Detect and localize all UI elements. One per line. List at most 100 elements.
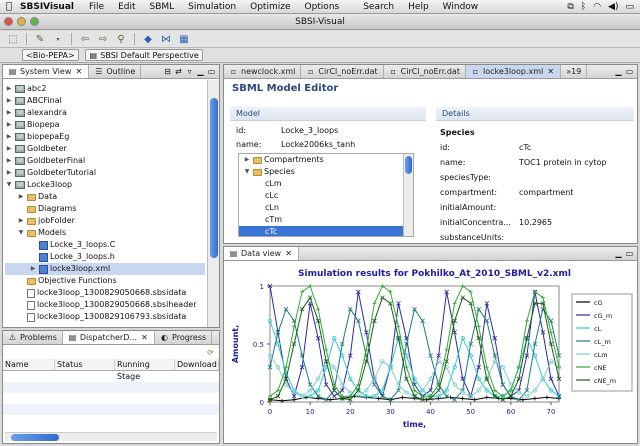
model-tree-item[interactable]: cLm bbox=[239, 178, 403, 190]
expand-arrow-icon[interactable]: ▶ bbox=[5, 143, 13, 155]
bowtie-icon[interactable]: ⋈ bbox=[159, 33, 173, 46]
minimize-window-icon[interactable] bbox=[17, 17, 26, 26]
minimize-view-icon[interactable]: ▁ bbox=[196, 67, 205, 76]
model-name-value[interactable]: Locke2006ks_tanh bbox=[281, 139, 355, 151]
tree-item[interactable]: ▶ SB GoldbeterTutorial bbox=[5, 167, 205, 179]
menu-edit[interactable]: Edit bbox=[111, 2, 142, 12]
expand-arrow-icon[interactable]: ▶ bbox=[5, 95, 13, 107]
refresh-icon[interactable]: ⟳ bbox=[206, 348, 215, 357]
maximize-editor-icon[interactable]: ▭ bbox=[625, 67, 634, 76]
model-tree-item[interactable]: cTm bbox=[239, 214, 403, 226]
tree-item[interactable]: locke3loop_1300829106793.sbsiheader bbox=[5, 323, 205, 325]
tree-scrollbar[interactable] bbox=[207, 80, 219, 327]
open-file-icon[interactable]: ⬚ bbox=[6, 33, 20, 46]
tab-outline[interactable]: ☰ Outline bbox=[89, 65, 142, 78]
menu-options[interactable]: Options bbox=[297, 2, 346, 12]
apple-icon[interactable]:  bbox=[0, 1, 18, 12]
tree-item[interactable]: ▶ SB Goldbeter bbox=[5, 143, 205, 155]
app-menu[interactable]: SBSIVisual bbox=[18, 2, 82, 12]
menu-window[interactable]: Window bbox=[436, 2, 486, 12]
chart-icon[interactable]: ▦ bbox=[177, 33, 191, 46]
editor-tab-circl-2[interactable]: ▫ CirCl_noErr.dat bbox=[384, 65, 466, 78]
tree-item[interactable]: ▶ Data bbox=[5, 191, 205, 203]
forward-icon[interactable]: ⇨ bbox=[96, 33, 110, 46]
zoom-window-icon[interactable] bbox=[30, 17, 39, 26]
model-tree-scrollbar[interactable] bbox=[403, 154, 413, 236]
col-name[interactable]: Name bbox=[3, 359, 55, 370]
close-tab-icon[interactable]: ✕ bbox=[284, 249, 293, 258]
wifi-icon[interactable]: ◠ bbox=[593, 2, 601, 12]
menu-search[interactable]: Search bbox=[356, 2, 401, 12]
col-running-stage[interactable]: Running Stage bbox=[115, 359, 175, 381]
volume-icon[interactable]: ◀) bbox=[608, 2, 618, 12]
tree-item[interactable]: ▶ SB ABCFinal bbox=[5, 95, 205, 107]
tree-item[interactable]: Locke_3_loops.C bbox=[5, 239, 205, 251]
expand-arrow-icon[interactable]: ▶ bbox=[5, 107, 13, 119]
dropdown-arrow-icon[interactable]: ▾ bbox=[51, 33, 65, 46]
details-value[interactable]: TOC1 protein in cytop bbox=[519, 157, 606, 169]
minimize-editor-icon[interactable]: ▁ bbox=[614, 67, 623, 76]
model-id-value[interactable]: Locke_3_loops bbox=[281, 125, 338, 137]
model-tree-item[interactable]: ▼ Species bbox=[239, 166, 403, 178]
expand-arrow-icon[interactable]: ▶ bbox=[5, 119, 13, 131]
expand-arrow-icon[interactable]: ▶ bbox=[29, 263, 37, 275]
close-tab-icon[interactable]: ✕ bbox=[546, 67, 555, 76]
maximize-view-icon[interactable]: ▭ bbox=[207, 67, 216, 76]
minimize-view-icon[interactable]: ▁ bbox=[614, 249, 623, 258]
view-menu-icon[interactable]: ▿ bbox=[185, 67, 194, 76]
tree-item[interactable]: Locke_3_loops.h bbox=[5, 251, 205, 263]
tree-item[interactable]: Objective Functions bbox=[5, 275, 205, 287]
close-tab-icon[interactable]: ✕ bbox=[74, 67, 83, 76]
close-tab-icon[interactable]: ✕ bbox=[140, 333, 149, 342]
tab-progress[interactable]: ◐ Progress bbox=[155, 331, 213, 344]
expand-arrow-icon[interactable]: ▶ bbox=[5, 155, 13, 167]
details-value[interactable]: 10.2965 bbox=[519, 217, 552, 229]
model-tree-scroll-thumb[interactable] bbox=[405, 156, 412, 174]
menu-file[interactable]: File bbox=[82, 2, 111, 12]
dispatcher-hscrollbar[interactable] bbox=[5, 432, 217, 441]
details-value[interactable]: compartment bbox=[519, 187, 573, 199]
tree-item[interactable]: locke3loop_1300829106793.sbsidata bbox=[5, 311, 205, 323]
editor-tab-newclock[interactable]: ▫ newclock.xml bbox=[224, 65, 302, 78]
tab-problems[interactable]: ⚠ Problems bbox=[3, 331, 63, 344]
expand-arrow-icon[interactable]: ▶ bbox=[17, 215, 25, 227]
tree-item[interactable]: ▶ SB Biopepa bbox=[5, 119, 205, 131]
dispatcher-hscroll-thumb[interactable] bbox=[11, 434, 59, 441]
tab-system-view[interactable]: ▤ System View ✕ bbox=[3, 65, 90, 78]
tree-scroll-thumb[interactable] bbox=[210, 98, 218, 258]
expand-arrow-icon[interactable]: ▶ bbox=[243, 154, 251, 166]
simulation-chart[interactable]: Simulation results for Pokhilko_At_2010_… bbox=[224, 262, 637, 443]
tree-item[interactable]: ▶ SB biopepaEg bbox=[5, 131, 205, 143]
model-tree-item[interactable]: cLc bbox=[239, 190, 403, 202]
details-value[interactable]: cTc bbox=[519, 142, 531, 154]
expand-arrow-icon[interactable]: ▶ bbox=[5, 167, 13, 179]
menu-sbml[interactable]: SBML bbox=[143, 2, 182, 12]
editor-tab-locke3loop[interactable]: ▫ locke3loop.xml ✕ bbox=[465, 65, 562, 78]
tree-item[interactable]: ▶ SB alexandra bbox=[5, 107, 205, 119]
expanded-arrow-icon[interactable]: ▼ bbox=[5, 179, 13, 191]
tree-item[interactable]: ▼ Models bbox=[5, 227, 205, 239]
tab-data-view[interactable]: ▤ Data view ✕ bbox=[224, 247, 300, 260]
expand-arrow-icon[interactable]: ▶ bbox=[5, 131, 13, 143]
model-tree-item[interactable]: cTc bbox=[239, 226, 403, 236]
maximize-view-icon[interactable]: ▭ bbox=[625, 249, 634, 258]
perspective-bio-pepa[interactable]: <Bio-PEPA> bbox=[22, 49, 79, 61]
close-window-icon[interactable] bbox=[4, 17, 13, 26]
expanded-arrow-icon[interactable]: ▼ bbox=[243, 166, 251, 178]
editor-tab-overflow[interactable]: »19 bbox=[561, 65, 588, 78]
tree-item[interactable]: ▶ SB GoldbeterFinal bbox=[5, 155, 205, 167]
expand-arrow-icon[interactable]: ▶ bbox=[5, 83, 13, 95]
tree-item[interactable]: Diagrams bbox=[5, 203, 205, 215]
col-download[interactable]: Download bbox=[175, 359, 219, 370]
tree-item[interactable]: ▶ jobFolder bbox=[5, 215, 205, 227]
model-tree-item[interactable]: cLn bbox=[239, 202, 403, 214]
model-tree-item[interactable]: ▶ Compartments bbox=[239, 154, 403, 166]
tree-item[interactable]: ▶ SB abc2 bbox=[5, 83, 205, 95]
menu-simulation[interactable]: Simulation bbox=[181, 2, 243, 12]
expand-arrow-icon[interactable]: ▶ bbox=[17, 191, 25, 203]
status-icon-1[interactable]: ⧉ bbox=[567, 2, 573, 12]
collapse-all-icon[interactable]: ⊟ bbox=[163, 67, 172, 76]
model-icon[interactable]: ◆ bbox=[141, 33, 155, 46]
editor-tab-circl-1[interactable]: ▫ CirCl_noErr.dat bbox=[301, 65, 384, 78]
menu-help[interactable]: Help bbox=[401, 2, 436, 12]
